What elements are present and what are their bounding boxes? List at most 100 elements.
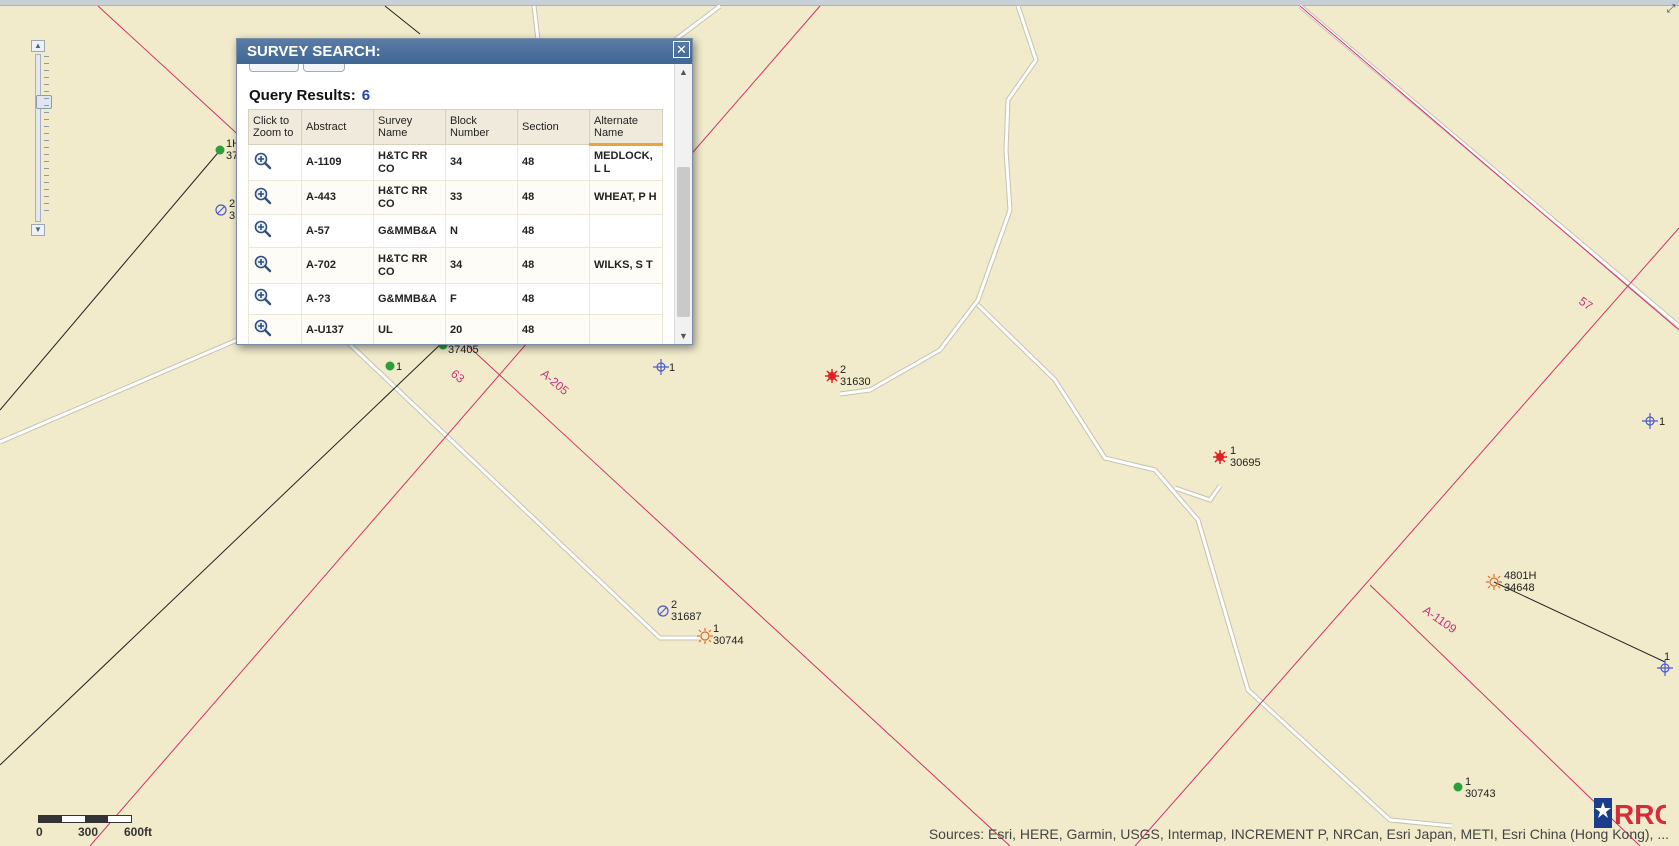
cell-section: 48 xyxy=(517,247,590,284)
results-table: Click to Zoom to Abstract Survey Name Bl… xyxy=(248,109,663,344)
magnifier-zoom-icon[interactable] xyxy=(253,152,273,170)
zoom-cell[interactable] xyxy=(248,180,302,215)
cell-abstract: A-57 xyxy=(301,214,374,248)
orange-sun-well-icon xyxy=(697,628,713,644)
green-dot-well-icon xyxy=(385,361,395,371)
cell-block-number: 34 xyxy=(445,144,518,181)
scroll-down-icon[interactable]: ▼ xyxy=(675,328,692,344)
well-label: 31630 xyxy=(840,376,871,388)
cell-block-number: 33 xyxy=(445,180,518,215)
column-header-abstract[interactable]: Abstract xyxy=(301,109,374,145)
cell-section: 48 xyxy=(517,314,590,344)
survey-search-dialog[interactable]: SURVEY SEARCH: ✕ Query Results: 6 Click t… xyxy=(236,38,693,345)
well-label: 30744 xyxy=(713,635,744,647)
dialog-body: Query Results: 6 Click to Zoom to Abstrac… xyxy=(237,64,675,344)
plugged-well-icon xyxy=(657,605,669,617)
well-label: 30743 xyxy=(1465,788,1496,800)
vertical-scrollbar[interactable]: ▲ ▼ xyxy=(674,64,692,344)
survey-label-a1109: A-1109 xyxy=(1420,603,1459,636)
dialog-title[interactable]: SURVEY SEARCH: xyxy=(237,39,692,64)
cell-survey-name: H&TC RR CO xyxy=(373,144,446,181)
well-label: 1 xyxy=(396,361,402,373)
table-row[interactable]: A-702 H&TC RR CO 34 48 WILKS, S T xyxy=(248,247,663,284)
column-header-survey-name[interactable]: Survey Name xyxy=(373,109,446,145)
scroll-thumb[interactable] xyxy=(677,167,690,317)
well-label: 1 xyxy=(1659,416,1665,428)
zoom-cell[interactable] xyxy=(248,144,302,181)
cell-block-number: 34 xyxy=(445,247,518,284)
zoom-ticks xyxy=(44,56,50,220)
column-header-section[interactable]: Section xyxy=(517,109,590,145)
scale-label-0: 0 xyxy=(36,825,43,839)
well-label: 31687 xyxy=(671,611,702,623)
cell-alternate-name: MEDLOCK, L L xyxy=(589,144,663,181)
cell-section: 48 xyxy=(517,214,590,248)
query-results: Query Results: 6 xyxy=(249,87,370,104)
green-dot-well-icon xyxy=(1453,782,1463,792)
zoom-cell[interactable] xyxy=(248,314,302,344)
cell-alternate-name: WHEAT, P H xyxy=(589,180,663,215)
magnifier-zoom-icon[interactable] xyxy=(253,255,273,273)
zoom-cell[interactable] xyxy=(248,214,302,248)
table-row[interactable]: A-?3 G&MMB&A F 48 xyxy=(248,283,663,315)
zoom-in-button[interactable]: ▲ xyxy=(31,40,45,52)
zoom-slider[interactable]: ▲ ▼ xyxy=(30,40,52,236)
magnifier-zoom-icon[interactable] xyxy=(253,288,273,306)
zoom-out-button[interactable]: ▼ xyxy=(31,224,45,236)
zoom-track[interactable] xyxy=(35,54,52,222)
cell-survey-name: H&TC RR CO xyxy=(373,180,446,215)
zoom-cell[interactable] xyxy=(248,283,302,315)
scale-label-300: 300 xyxy=(78,825,99,839)
well-label: 4801H xyxy=(1504,570,1536,582)
cell-abstract: A-443 xyxy=(301,180,374,215)
well-label: 34648 xyxy=(1504,582,1535,594)
toolbar-button[interactable] xyxy=(303,64,345,72)
blue-cross-well-icon xyxy=(653,359,669,375)
well-label: 1 xyxy=(713,623,719,635)
table-row[interactable]: A-1109 H&TC RR CO 34 48 MEDLOCK, L L xyxy=(248,144,663,181)
cell-block-number: 20 xyxy=(445,314,518,344)
well-label: 1 xyxy=(1465,776,1471,788)
well-label: 37405 xyxy=(448,344,479,356)
cell-abstract: A-U137 xyxy=(301,314,374,344)
cell-survey-name: G&MMB&A xyxy=(373,214,446,248)
blue-cross-well-icon xyxy=(1642,413,1658,429)
column-header-block-number[interactable]: Block Number xyxy=(445,109,518,145)
toolbar-button[interactable] xyxy=(249,64,299,72)
magnifier-zoom-icon[interactable] xyxy=(253,187,273,205)
cell-survey-name: H&TC RR CO xyxy=(373,247,446,284)
magnifier-zoom-icon[interactable] xyxy=(253,319,273,337)
cell-alternate-name xyxy=(589,314,663,344)
scale-bar: 0 300 600ft xyxy=(36,815,168,841)
cell-alternate-name xyxy=(589,283,663,315)
scale-label-600ft: 600ft xyxy=(124,825,153,839)
table-row[interactable]: A-443 H&TC RR CO 33 48 WHEAT, P H xyxy=(248,180,663,215)
well-label: 1 xyxy=(1230,445,1236,457)
column-header-alternate-name[interactable]: Alternate Name xyxy=(589,109,663,146)
close-icon[interactable]: ✕ xyxy=(673,41,690,58)
scroll-up-icon[interactable]: ▲ xyxy=(675,64,692,80)
map-attribution: Sources: Esri, HERE, Garmin, USGS, Inter… xyxy=(928,826,1669,842)
cell-abstract: A-1109 xyxy=(301,144,374,181)
results-label: Query Results: xyxy=(249,87,356,104)
rrc-logo: RRC xyxy=(1594,798,1666,830)
cell-block-number: F xyxy=(445,283,518,315)
column-header-zoom[interactable]: Click to Zoom to xyxy=(248,109,302,145)
cell-survey-name: G&MMB&A xyxy=(373,283,446,315)
red-star-well-icon xyxy=(825,369,839,383)
well-label: 1 xyxy=(1664,651,1670,663)
table-row[interactable]: A-U137 UL 20 48 xyxy=(248,314,663,344)
well-label: 3 xyxy=(229,210,235,222)
zoom-cell[interactable] xyxy=(248,247,302,284)
cell-section: 48 xyxy=(517,144,590,181)
well-label: 2 xyxy=(671,599,677,611)
results-count: 6 xyxy=(361,87,371,104)
well-label: 30695 xyxy=(1230,457,1261,469)
well-label: 2 xyxy=(229,198,235,210)
well-label: 2 xyxy=(840,364,846,376)
table-row[interactable]: A-57 G&MMB&A N 48 xyxy=(248,214,663,248)
rrc-logo-text: RRC xyxy=(1614,799,1666,830)
red-star-well-icon xyxy=(1213,450,1227,464)
green-dot-well-icon xyxy=(215,145,225,155)
magnifier-zoom-icon[interactable] xyxy=(253,220,273,238)
